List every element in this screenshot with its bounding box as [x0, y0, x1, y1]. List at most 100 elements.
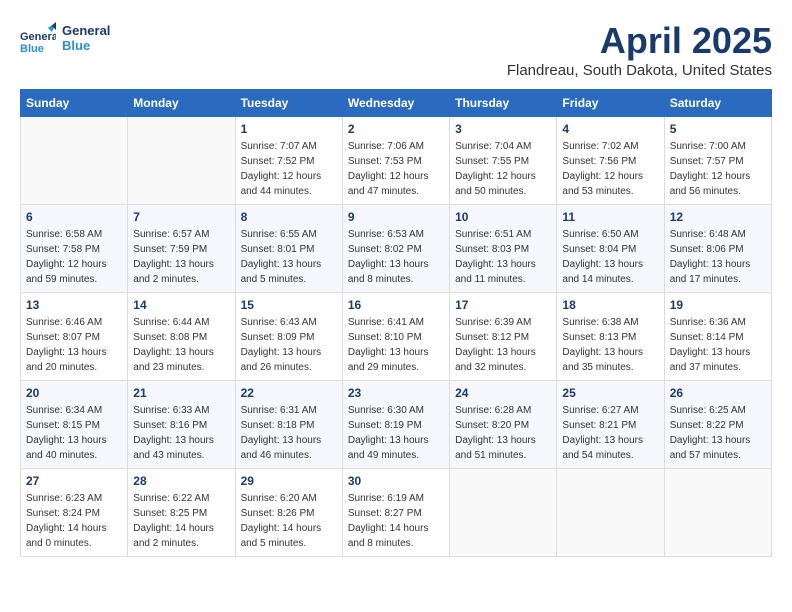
day-number: 8 [241, 210, 337, 224]
day-number: 16 [348, 298, 444, 312]
day-detail: Sunrise: 6:31 AM Sunset: 8:18 PM Dayligh… [241, 403, 337, 463]
day-number: 10 [455, 210, 551, 224]
weekday-header: Tuesday [235, 90, 342, 117]
day-number: 9 [348, 210, 444, 224]
day-number: 7 [133, 210, 229, 224]
day-number: 25 [562, 386, 658, 400]
day-number: 29 [241, 474, 337, 488]
calendar-cell: 10Sunrise: 6:51 AM Sunset: 8:03 PM Dayli… [450, 205, 557, 293]
day-number: 2 [348, 122, 444, 136]
calendar-cell [128, 117, 235, 205]
calendar-cell [557, 469, 664, 557]
calendar-cell: 24 Sunrise: 6:28 AM Sunset: 8:20 PM Dayli… [450, 381, 557, 469]
day-detail: Sunrise: 6:48 AM Sunset: 8:06 PM Dayligh… [670, 227, 766, 287]
calendar-cell: 14 Sunrise: 6:44 AM Sunset: 8:08 PM Dayli… [128, 293, 235, 381]
calendar-cell: 8 Sunrise: 6:55 AM Sunset: 8:01 PM Daylig… [235, 205, 342, 293]
day-number: 6 [26, 210, 122, 224]
day-detail: Sunrise: 6:36 AM Sunset: 8:14 PM Dayligh… [670, 315, 766, 375]
day-detail: Sunrise: 6:28 AM Sunset: 8:20 PM Dayligh… [455, 403, 551, 463]
day-detail: Sunrise: 6:19 AM Sunset: 8:27 PM Dayligh… [348, 491, 444, 551]
page-header: General Blue General Blue April 2025 Fla… [20, 20, 772, 79]
day-detail: Sunrise: 6:39 AM Sunset: 8:12 PM Dayligh… [455, 315, 551, 375]
day-detail: Sunrise: 6:46 AM Sunset: 8:07 PM Dayligh… [26, 315, 122, 375]
day-detail: Sunrise: 6:41 AM Sunset: 8:10 PM Dayligh… [348, 315, 444, 375]
day-detail: Sunrise: 6:58 AM Sunset: 7:58 PM Dayligh… [26, 227, 122, 287]
day-detail: Sunrise: 6:30 AM Sunset: 8:19 PM Dayligh… [348, 403, 444, 463]
weekday-header: Friday [557, 90, 664, 117]
calendar-cell: 1Sunrise: 7:07 AM Sunset: 7:52 PM Daylig… [235, 117, 342, 205]
calendar-cell: 13Sunrise: 6:46 AM Sunset: 8:07 PM Dayli… [21, 293, 128, 381]
calendar-cell: 21 Sunrise: 6:33 AM Sunset: 8:16 PM Dayli… [128, 381, 235, 469]
day-detail: Sunrise: 7:07 AM Sunset: 7:52 PM Dayligh… [241, 139, 337, 199]
day-detail: Sunrise: 6:53 AM Sunset: 8:02 PM Dayligh… [348, 227, 444, 287]
day-detail: Sunrise: 7:02 AM Sunset: 7:56 PM Dayligh… [562, 139, 658, 199]
day-detail: Sunrise: 6:34 AM Sunset: 8:15 PM Dayligh… [26, 403, 122, 463]
day-detail: Sunrise: 6:33 AM Sunset: 8:16 PM Dayligh… [133, 403, 229, 463]
day-detail: Sunrise: 7:00 AM Sunset: 7:57 PM Dayligh… [670, 139, 766, 199]
calendar-cell: 7 Sunrise: 6:57 AM Sunset: 7:59 PM Daylig… [128, 205, 235, 293]
calendar-cell: 30 Sunrise: 6:19 AM Sunset: 8:27 PM Dayli… [342, 469, 449, 557]
calendar-cell: 25 Sunrise: 6:27 AM Sunset: 8:21 PM Dayli… [557, 381, 664, 469]
calendar-cell: 12 Sunrise: 6:48 AM Sunset: 8:06 PM Dayli… [664, 205, 771, 293]
day-number: 19 [670, 298, 766, 312]
day-number: 17 [455, 298, 551, 312]
calendar-cell: 29Sunrise: 6:20 AM Sunset: 8:26 PM Dayli… [235, 469, 342, 557]
weekday-header: Saturday [664, 90, 771, 117]
month-title: April 2025 [507, 20, 772, 62]
day-detail: Sunrise: 6:57 AM Sunset: 7:59 PM Dayligh… [133, 227, 229, 287]
day-detail: Sunrise: 6:50 AM Sunset: 8:04 PM Dayligh… [562, 227, 658, 287]
logo-text-blue: Blue [62, 38, 110, 53]
day-detail: Sunrise: 6:55 AM Sunset: 8:01 PM Dayligh… [241, 227, 337, 287]
day-number: 26 [670, 386, 766, 400]
day-number: 23 [348, 386, 444, 400]
calendar-cell: 16 Sunrise: 6:41 AM Sunset: 8:10 PM Dayli… [342, 293, 449, 381]
weekday-header: Monday [128, 90, 235, 117]
calendar-cell: 3 Sunrise: 7:04 AM Sunset: 7:55 PM Daylig… [450, 117, 557, 205]
calendar-cell: 5 Sunrise: 7:00 AM Sunset: 7:57 PM Daylig… [664, 117, 771, 205]
calendar-cell: 27 Sunrise: 6:23 AM Sunset: 8:24 PM Dayli… [21, 469, 128, 557]
day-number: 5 [670, 122, 766, 136]
calendar-table: SundayMondayTuesdayWednesdayThursdayFrid… [20, 89, 772, 557]
calendar-cell: 9 Sunrise: 6:53 AM Sunset: 8:02 PM Daylig… [342, 205, 449, 293]
calendar-cell [664, 469, 771, 557]
day-detail: Sunrise: 7:04 AM Sunset: 7:55 PM Dayligh… [455, 139, 551, 199]
day-detail: Sunrise: 6:23 AM Sunset: 8:24 PM Dayligh… [26, 491, 122, 551]
calendar-cell: 6 Sunrise: 6:58 AM Sunset: 7:58 PM Daylig… [21, 205, 128, 293]
calendar-cell: 19 Sunrise: 6:36 AM Sunset: 8:14 PM Dayli… [664, 293, 771, 381]
day-number: 11 [562, 210, 658, 224]
calendar-cell: 15Sunrise: 6:43 AM Sunset: 8:09 PM Dayli… [235, 293, 342, 381]
day-number: 18 [562, 298, 658, 312]
day-number: 30 [348, 474, 444, 488]
day-number: 24 [455, 386, 551, 400]
calendar-cell: 2 Sunrise: 7:06 AM Sunset: 7:53 PM Daylig… [342, 117, 449, 205]
weekday-header: Sunday [21, 90, 128, 117]
calendar-cell: 4 Sunrise: 7:02 AM Sunset: 7:56 PM Daylig… [557, 117, 664, 205]
day-detail: Sunrise: 6:44 AM Sunset: 8:08 PM Dayligh… [133, 315, 229, 375]
logo-icon: General Blue [20, 20, 56, 56]
day-number: 22 [241, 386, 337, 400]
calendar-cell [21, 117, 128, 205]
weekday-header: Thursday [450, 90, 557, 117]
day-detail: Sunrise: 7:06 AM Sunset: 7:53 PM Dayligh… [348, 139, 444, 199]
logo: General Blue General Blue [20, 20, 110, 56]
day-number: 3 [455, 122, 551, 136]
calendar-cell [450, 469, 557, 557]
day-number: 14 [133, 298, 229, 312]
day-detail: Sunrise: 6:25 AM Sunset: 8:22 PM Dayligh… [670, 403, 766, 463]
day-detail: Sunrise: 6:22 AM Sunset: 8:25 PM Dayligh… [133, 491, 229, 551]
calendar-cell: 28 Sunrise: 6:22 AM Sunset: 8:25 PM Dayli… [128, 469, 235, 557]
day-number: 21 [133, 386, 229, 400]
calendar-cell: 18Sunrise: 6:38 AM Sunset: 8:13 PM Dayli… [557, 293, 664, 381]
calendar-cell: 20Sunrise: 6:34 AM Sunset: 8:15 PM Dayli… [21, 381, 128, 469]
calendar-cell: 26 Sunrise: 6:25 AM Sunset: 8:22 PM Dayli… [664, 381, 771, 469]
day-detail: Sunrise: 6:27 AM Sunset: 8:21 PM Dayligh… [562, 403, 658, 463]
day-number: 4 [562, 122, 658, 136]
day-number: 12 [670, 210, 766, 224]
svg-text:General: General [20, 31, 56, 43]
day-number: 15 [241, 298, 337, 312]
day-number: 27 [26, 474, 122, 488]
logo-text-general: General [62, 23, 110, 38]
calendar-cell: 22 Sunrise: 6:31 AM Sunset: 8:18 PM Dayli… [235, 381, 342, 469]
calendar-cell: 17 Sunrise: 6:39 AM Sunset: 8:12 PM Dayli… [450, 293, 557, 381]
day-number: 28 [133, 474, 229, 488]
